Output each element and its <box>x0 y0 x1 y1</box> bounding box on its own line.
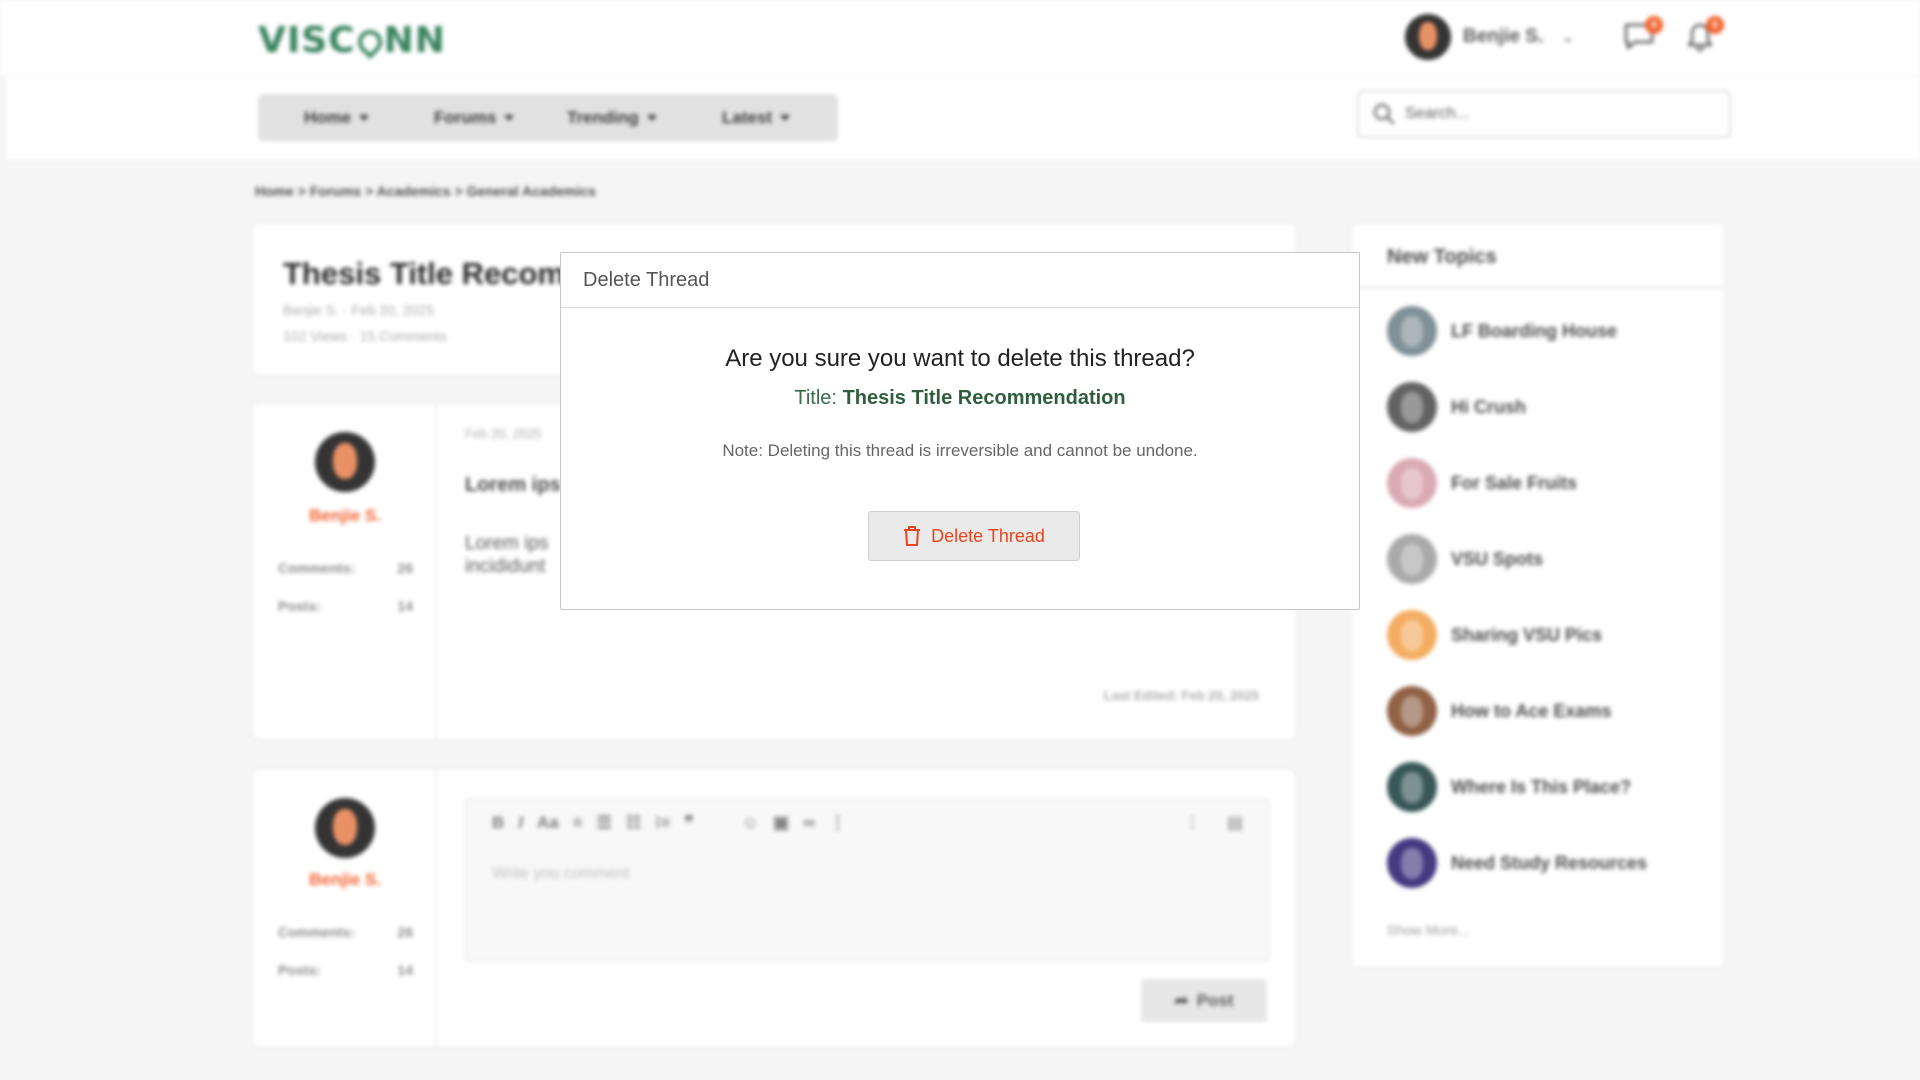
delete-thread-modal: Delete Thread Are you sure you want to d… <box>560 252 1360 610</box>
confirm-question: Are you sure you want to delete this thr… <box>725 345 1195 372</box>
warning-note: Note: Deleting this thread is irreversib… <box>722 441 1198 460</box>
title-label: Title: <box>794 387 837 409</box>
delete-thread-button[interactable]: Delete Thread <box>868 511 1080 561</box>
modal-header: Delete Thread <box>561 253 1359 308</box>
title-value: Thesis Title Recommendation <box>842 387 1126 409</box>
trash-icon <box>904 526 921 546</box>
delete-button-label: Delete Thread <box>931 525 1045 546</box>
thread-title-line: Title: Thesis Title Recommendation <box>561 387 1359 410</box>
modal-title: Delete Thread <box>583 268 710 291</box>
